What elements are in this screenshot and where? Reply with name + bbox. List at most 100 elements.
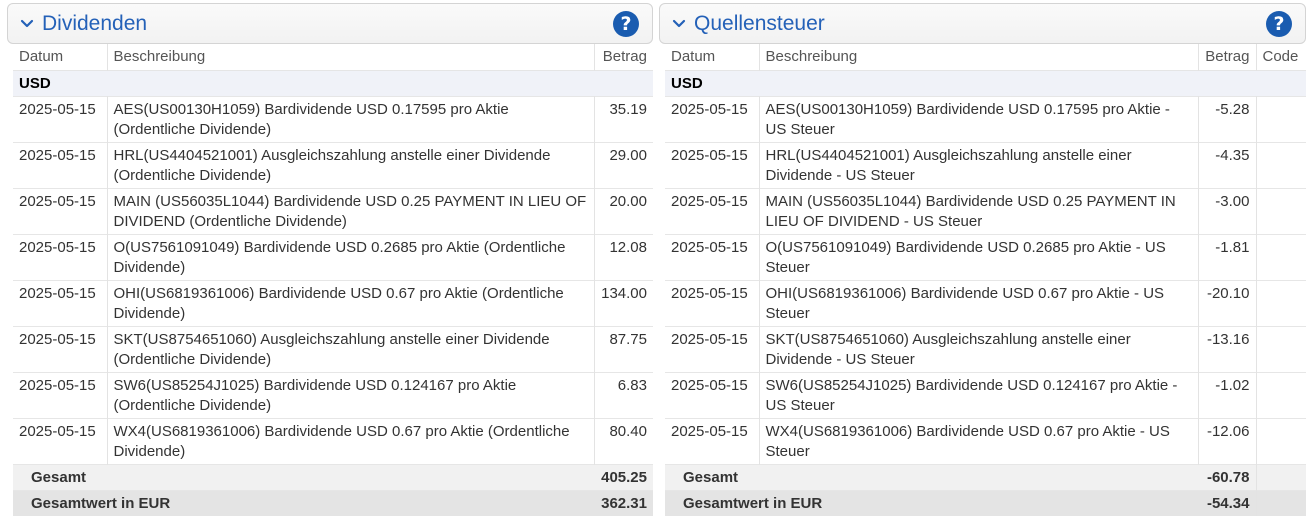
currency-group-row: USD	[665, 69, 1306, 96]
cell-date: 2025-05-15	[13, 325, 108, 372]
cell-description: O(US7561091049) Bardividende USD 0.2685 …	[107, 233, 595, 280]
column-header-amount[interactable]: Betrag	[1198, 44, 1257, 70]
table-header-row: Datum Beschreibung Betrag Code	[665, 44, 1306, 70]
cell-code	[1256, 233, 1306, 280]
eur-total-value: 362.31	[594, 489, 653, 516]
column-header-code[interactable]: Code	[1256, 44, 1306, 70]
table-row: 2025-05-15 AES(US00130H1059) Bardividende…	[13, 95, 653, 142]
cell-amount: 12.08	[594, 233, 653, 280]
cell-amount: 87.75	[594, 325, 653, 372]
cell-amount: -1.02	[1198, 371, 1257, 418]
cell-description: OHI(US6819361006) Bardividende USD 0.67 …	[107, 279, 595, 326]
table-row: 2025-05-15 SKT(US8754651060) Ausgleichsza…	[13, 325, 653, 372]
chevron-down-icon[interactable]	[664, 3, 694, 44]
cell-code	[1256, 141, 1306, 188]
cell-amount: 35.19	[594, 95, 653, 142]
table-row: 2025-05-15 SKT(US8754651060) Ausgleichsza…	[665, 325, 1306, 372]
currency-group-label: USD	[665, 69, 1306, 96]
table-header-row: Datum Beschreibung Betrag	[13, 44, 653, 70]
cell-date: 2025-05-15	[665, 417, 760, 464]
table-row: 2025-05-15 AES(US00130H1059) Bardividende…	[665, 95, 1306, 142]
cell-amount: 6.83	[594, 371, 653, 418]
cell-date: 2025-05-15	[665, 233, 760, 280]
column-header-description[interactable]: Beschreibung	[759, 44, 1199, 70]
cell-date: 2025-05-15	[13, 141, 108, 188]
cell-date: 2025-05-15	[13, 371, 108, 418]
cell-description: WX4(US6819361006) Bardividende USD 0.67 …	[107, 417, 595, 464]
withholding-panel: Quellensteuer ? Datum Beschreibung Betra…	[659, 3, 1306, 516]
eur-code-cell	[1255, 489, 1306, 516]
table-row: 2025-05-15 HRL(US4404521001) Ausgleichsza…	[665, 141, 1306, 188]
dividends-title: Dividenden	[42, 11, 148, 35]
cell-description: SW6(US85254J1025) Bardividende USD 0.124…	[759, 371, 1199, 418]
eur-total-label: Gesamtwert in EUR	[13, 489, 594, 516]
cell-date: 2025-05-15	[13, 187, 108, 234]
cell-amount: -1.81	[1198, 233, 1257, 280]
cell-amount: 80.40	[594, 417, 653, 464]
dividends-panel: Dividenden ? Datum Beschreibung Betrag U…	[7, 3, 653, 516]
cell-description: HRL(US4404521001) Ausgleichszahlung anst…	[107, 141, 595, 188]
table-row: 2025-05-15 WX4(US6819361006) Bardividende…	[13, 417, 653, 464]
dividends-panel-header: Dividenden ?	[7, 3, 653, 44]
dividends-table: Datum Beschreibung Betrag USD 2025-05-15…	[13, 44, 653, 516]
withholding-panel-header: Quellensteuer ?	[659, 3, 1306, 44]
cell-amount: -12.06	[1198, 417, 1257, 464]
cell-date: 2025-05-15	[665, 187, 760, 234]
chevron-down-icon[interactable]	[12, 3, 42, 44]
cell-description: MAIN (US56035L1044) Bardividende USD 0.2…	[107, 187, 595, 234]
cell-code	[1256, 371, 1306, 418]
cell-description: SW6(US85254J1025) Bardividende USD 0.124…	[107, 371, 595, 418]
cell-amount: -20.10	[1198, 279, 1257, 326]
table-row: 2025-05-15 OHI(US6819361006) Bardividende…	[665, 279, 1306, 326]
table-row: 2025-05-15 WX4(US6819361006) Bardividende…	[665, 417, 1306, 464]
table-row: 2025-05-15 O(US7561091049) Bardividende U…	[13, 233, 653, 280]
cell-description: AES(US00130H1059) Bardividende USD 0.175…	[759, 95, 1199, 142]
cell-date: 2025-05-15	[13, 95, 108, 142]
table-row: 2025-05-15 SW6(US85254J1025) Bardividende…	[13, 371, 653, 418]
cell-date: 2025-05-15	[13, 279, 108, 326]
total-label: Gesamt	[13, 463, 594, 490]
cell-description: HRL(US4404521001) Ausgleichszahlung anst…	[759, 141, 1199, 188]
eur-total-row: Gesamtwert in EUR -54.34	[665, 489, 1306, 516]
help-icon[interactable]: ?	[1266, 11, 1292, 37]
cell-code	[1256, 325, 1306, 372]
column-header-description[interactable]: Beschreibung	[107, 44, 595, 70]
cell-description: SKT(US8754651060) Ausgleichszahlung anst…	[759, 325, 1199, 372]
cell-date: 2025-05-15	[13, 233, 108, 280]
cell-description: SKT(US8754651060) Ausgleichszahlung anst…	[107, 325, 595, 372]
eur-total-label: Gesamtwert in EUR	[665, 489, 1198, 516]
total-value: -60.78	[1198, 463, 1256, 490]
cell-amount: 29.00	[594, 141, 653, 188]
withholding-title: Quellensteuer	[694, 11, 825, 35]
eur-total-row: Gesamtwert in EUR 362.31	[13, 489, 653, 516]
cell-amount: -5.28	[1198, 95, 1257, 142]
cell-amount: -13.16	[1198, 325, 1257, 372]
cell-date: 2025-05-15	[13, 417, 108, 464]
withholding-table: Datum Beschreibung Betrag Code USD 2025-…	[665, 44, 1306, 516]
currency-group-row: USD	[13, 69, 653, 96]
eur-total-value: -54.34	[1198, 489, 1256, 516]
help-icon[interactable]: ?	[613, 11, 639, 37]
table-row: 2025-05-15 MAIN (US56035L1044) Bardividen…	[13, 187, 653, 234]
cell-description: WX4(US6819361006) Bardividende USD 0.67 …	[759, 417, 1199, 464]
column-header-date[interactable]: Datum	[13, 44, 108, 70]
cell-amount: -3.00	[1198, 187, 1257, 234]
cell-code	[1256, 417, 1306, 464]
total-row: Gesamt 405.25	[13, 463, 653, 490]
cell-code	[1256, 187, 1306, 234]
cell-description: AES(US00130H1059) Bardividende USD 0.175…	[107, 95, 595, 142]
cell-description: OHI(US6819361006) Bardividende USD 0.67 …	[759, 279, 1199, 326]
column-header-date[interactable]: Datum	[665, 44, 760, 70]
table-row: 2025-05-15 MAIN (US56035L1044) Bardividen…	[665, 187, 1306, 234]
cell-date: 2025-05-15	[665, 279, 760, 326]
total-code-cell	[1255, 463, 1306, 490]
cell-date: 2025-05-15	[665, 141, 760, 188]
table-row: 2025-05-15 OHI(US6819361006) Bardividende…	[13, 279, 653, 326]
report-page: Dividenden ? Datum Beschreibung Betrag U…	[0, 0, 1310, 518]
cell-amount: 134.00	[594, 279, 653, 326]
column-header-amount[interactable]: Betrag	[594, 44, 653, 70]
cell-date: 2025-05-15	[665, 95, 760, 142]
table-row: 2025-05-15 O(US7561091049) Bardividende U…	[665, 233, 1306, 280]
cell-code	[1256, 95, 1306, 142]
cell-description: O(US7561091049) Bardividende USD 0.2685 …	[759, 233, 1199, 280]
